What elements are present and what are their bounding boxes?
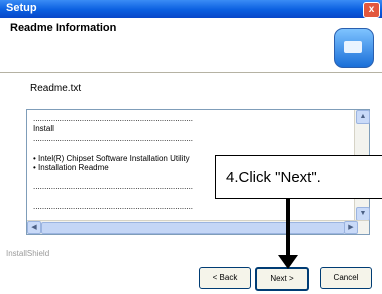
pointer-arrow-shaft <box>286 199 290 257</box>
readme-line: ........................................… <box>33 182 194 191</box>
callout-text: 4.Click "Next". <box>226 169 321 186</box>
instruction-callout: 4.Click "Next". <box>215 155 382 199</box>
readme-line: ........................................… <box>33 134 194 143</box>
readme-line: ........................................… <box>33 114 194 123</box>
readme-line: • Installation Readme <box>33 163 109 172</box>
scroll-left-button[interactable]: ◀ <box>27 221 41 234</box>
scroll-right-button[interactable]: ▶ <box>344 221 358 234</box>
readme-label: Readme.txt <box>30 83 82 94</box>
horizontal-scroll-thumb[interactable] <box>41 222 345 234</box>
cancel-button[interactable]: Cancel <box>320 267 372 289</box>
readme-line: Install <box>33 124 54 133</box>
scroll-up-button[interactable]: ▲ <box>356 110 370 124</box>
setup-window: Setup x Readme Information Readme.txt ..… <box>0 0 382 294</box>
horizontal-scrollbar[interactable]: ◀ ▶ <box>27 220 369 234</box>
header-title: Readme Information <box>10 22 117 34</box>
setup-computer-icon <box>334 28 374 68</box>
wizard-header: Readme Information <box>0 18 382 73</box>
title-bar[interactable]: Setup x <box>0 0 382 18</box>
readme-line: • Intel(R) Chipset Software Installation… <box>33 154 190 163</box>
readme-line: ........................................… <box>33 202 194 211</box>
pointer-arrow-icon <box>278 255 298 269</box>
scroll-down-button[interactable]: ▼ <box>356 207 370 221</box>
window-title: Setup <box>6 2 37 14</box>
installshield-label: InstallShield <box>6 249 50 258</box>
next-button[interactable]: Next > <box>255 267 309 291</box>
back-button[interactable]: < Back <box>199 267 251 289</box>
close-button[interactable]: x <box>363 2 380 18</box>
